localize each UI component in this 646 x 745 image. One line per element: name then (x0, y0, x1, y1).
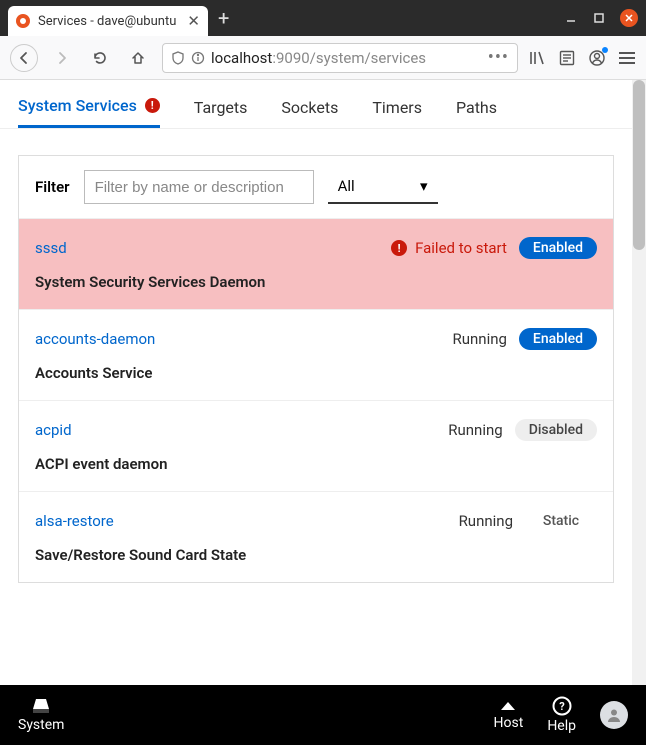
service-status: Running (448, 421, 502, 439)
filter-input[interactable] (84, 170, 314, 204)
bottom-label: Host (494, 715, 524, 731)
services-panel: Filter All ▾ sssd ! Failed to start (18, 155, 614, 583)
filter-dropdown[interactable]: All ▾ (328, 170, 438, 204)
url-bar[interactable]: localhost:9090/system/services ••• (162, 43, 518, 73)
shield-icon (171, 51, 185, 65)
browser-tab[interactable]: Services - dave@ubuntu ✕ (8, 6, 208, 36)
page-viewport: System Services ! Targets Sockets Timers… (0, 80, 646, 685)
tab-targets[interactable]: Targets (194, 96, 248, 128)
filter-label: Filter (35, 178, 70, 196)
account-icon[interactable] (588, 49, 606, 67)
nav-reload-button[interactable] (86, 44, 114, 72)
nav-forward-button[interactable] (48, 44, 76, 72)
service-description: ACPI event daemon (35, 455, 597, 473)
url-text: localhost:9090/system/services (211, 49, 482, 67)
svg-text:?: ? (559, 700, 565, 713)
tab-title: Services - dave@ubuntu (38, 14, 179, 29)
chevron-down-icon: ▾ (420, 177, 428, 195)
enabled-badge: Enabled (519, 237, 597, 259)
service-row[interactable]: alsa-restore Running Static Save/Restore… (19, 491, 613, 582)
service-status: Running (459, 512, 513, 530)
user-avatar[interactable] (600, 701, 628, 729)
vertical-scrollbar[interactable] (632, 80, 646, 685)
tab-system-services[interactable]: System Services ! (18, 96, 160, 128)
service-name-link[interactable]: sssd (35, 239, 67, 257)
new-tab-button[interactable]: + (218, 6, 229, 30)
bottom-system-button[interactable]: System (18, 697, 64, 733)
bottom-host-button[interactable]: Host (494, 699, 524, 731)
library-icon[interactable] (528, 49, 546, 67)
service-row[interactable]: acpid Running Disabled ACPI event daemon (19, 400, 613, 491)
filter-row: Filter All ▾ (19, 156, 613, 218)
disabled-badge: Disabled (515, 419, 597, 441)
dropdown-value: All (338, 177, 355, 195)
service-description: Save/Restore Sound Card State (35, 546, 597, 564)
scroll-thumb[interactable] (633, 80, 645, 250)
service-status: ! Failed to start (391, 239, 507, 257)
chevron-up-icon (499, 699, 517, 713)
nav-back-button[interactable] (10, 44, 38, 72)
ubuntu-favicon (16, 14, 30, 28)
window-close-button[interactable] (620, 9, 638, 27)
bottom-label: Help (547, 718, 576, 734)
static-badge: Static (525, 510, 597, 532)
info-icon (191, 51, 205, 65)
window-minimize-button[interactable] (564, 11, 578, 25)
tab-paths[interactable]: Paths (456, 96, 497, 128)
nav-home-button[interactable] (124, 44, 152, 72)
error-icon: ! (391, 240, 407, 256)
tab-timers[interactable]: Timers (372, 96, 422, 128)
window-titlebar: Services - dave@ubuntu ✕ + (0, 0, 646, 36)
bottom-bar: System Host ? Help (0, 685, 646, 745)
page-actions-icon[interactable]: ••• (488, 47, 509, 68)
enabled-badge: Enabled (519, 328, 597, 350)
tab-sockets[interactable]: Sockets (281, 96, 338, 128)
browser-toolbar: localhost:9090/system/services ••• (0, 36, 646, 80)
disk-icon (30, 697, 52, 715)
tab-close-icon[interactable]: ✕ (187, 12, 200, 30)
menu-button[interactable] (618, 49, 636, 67)
service-name-link[interactable]: accounts-daemon (35, 330, 155, 348)
service-name-link[interactable]: acpid (35, 421, 72, 439)
section-tabs: System Services ! Targets Sockets Timers… (0, 80, 632, 129)
window-controls (564, 9, 638, 27)
help-icon: ? (552, 696, 572, 716)
service-description: System Security Services Daemon (35, 273, 597, 291)
service-status: Running (452, 330, 506, 348)
service-name-link[interactable]: alsa-restore (35, 512, 114, 530)
window-maximize-button[interactable] (592, 11, 606, 25)
service-row[interactable]: accounts-daemon Running Enabled Accounts… (19, 309, 613, 400)
tab-label: System Services (18, 96, 137, 115)
alert-icon: ! (145, 98, 160, 113)
bottom-label: System (18, 717, 64, 733)
service-row[interactable]: sssd ! Failed to start Enabled System Se… (19, 218, 613, 309)
service-description: Accounts Service (35, 364, 597, 382)
reader-icon[interactable] (558, 49, 576, 67)
bottom-help-button[interactable]: ? Help (547, 696, 576, 734)
